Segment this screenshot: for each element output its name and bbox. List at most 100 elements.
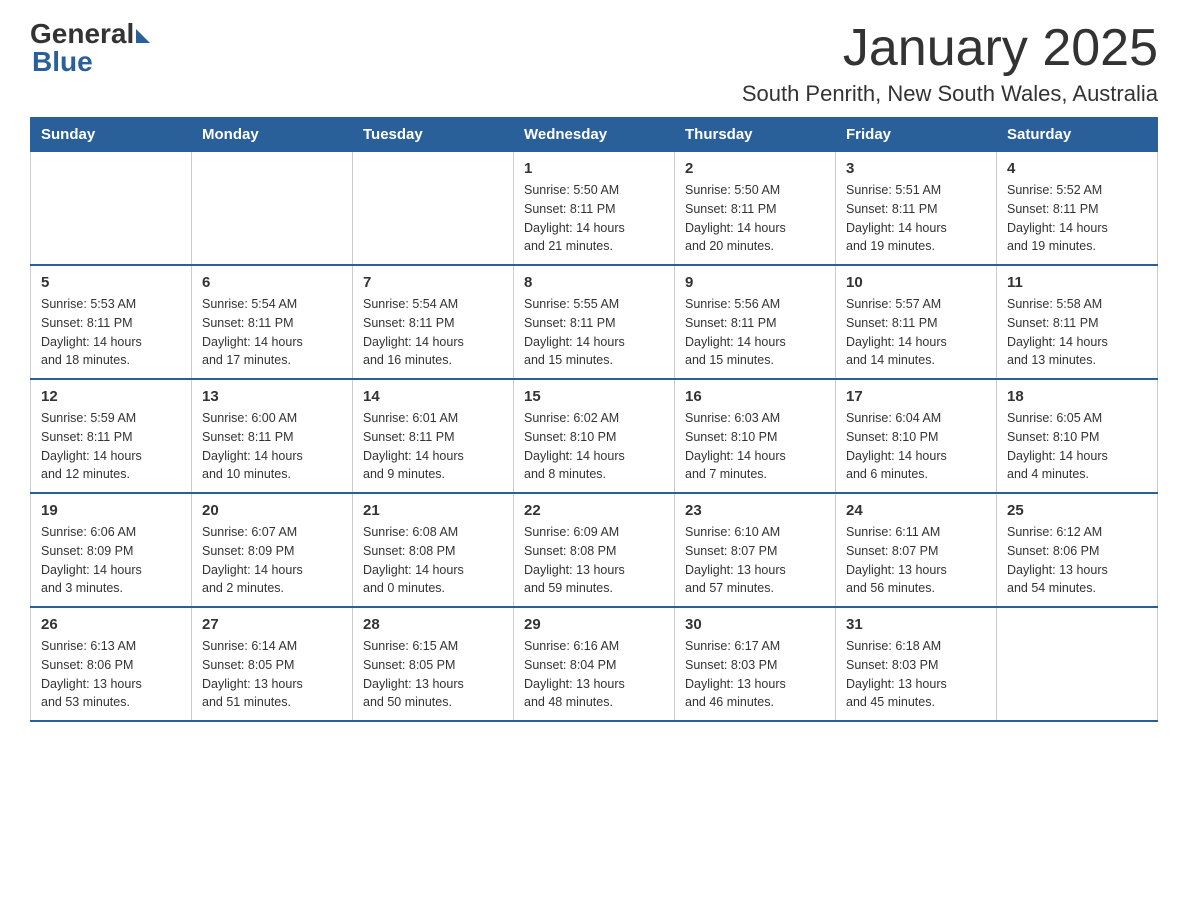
calendar-week-4: 19 Sunrise: 6:06 AMSunset: 8:09 PMDayligh… [31,493,1158,607]
day-info: Sunrise: 5:50 AMSunset: 8:11 PMDaylight:… [524,181,664,256]
calendar-cell: 11 Sunrise: 5:58 AMSunset: 8:11 PMDayligh… [997,265,1158,379]
logo: General Blue [30,20,150,78]
day-number: 16 [685,388,825,405]
calendar-cell: 22 Sunrise: 6:09 AMSunset: 8:08 PMDayligh… [514,493,675,607]
day-info: Sunrise: 5:50 AMSunset: 8:11 PMDaylight:… [685,181,825,256]
calendar-cell [353,152,514,266]
calendar-cell: 10 Sunrise: 5:57 AMSunset: 8:11 PMDayligh… [836,265,997,379]
calendar-cell: 1 Sunrise: 5:50 AMSunset: 8:11 PMDaylight… [514,152,675,266]
month-title: January 2025 [742,20,1158,77]
calendar-cell: 18Sunrise: 6:05 AMSunset: 8:10 PMDayligh… [997,379,1158,493]
day-info: Sunrise: 5:58 AMSunset: 8:11 PMDaylight:… [1007,295,1147,370]
calendar-cell: 17 Sunrise: 6:04 AMSunset: 8:10 PMDayligh… [836,379,997,493]
header-sunday: Sunday [31,118,192,152]
day-info: Sunrise: 5:54 AMSunset: 8:11 PMDaylight:… [202,295,342,370]
calendar-week-5: 26 Sunrise: 6:13 AMSunset: 8:06 PMDayligh… [31,607,1158,721]
day-info: Sunrise: 5:59 AMSunset: 8:11 PMDaylight:… [41,409,181,484]
day-info: Sunrise: 6:17 AMSunset: 8:03 PMDaylight:… [685,637,825,712]
day-number: 22 [524,502,664,519]
calendar-cell: 9 Sunrise: 5:56 AMSunset: 8:11 PMDaylight… [675,265,836,379]
day-number: 27 [202,616,342,633]
calendar-cell: 25Sunrise: 6:12 AMSunset: 8:06 PMDayligh… [997,493,1158,607]
calendar-cell: 15 Sunrise: 6:02 AMSunset: 8:10 PMDayligh… [514,379,675,493]
day-info: Sunrise: 6:04 AMSunset: 8:10 PMDaylight:… [846,409,986,484]
day-number: 15 [524,388,664,405]
day-info: Sunrise: 6:14 AMSunset: 8:05 PMDaylight:… [202,637,342,712]
calendar-cell: 31Sunrise: 6:18 AMSunset: 8:03 PMDayligh… [836,607,997,721]
calendar-cell: 5Sunrise: 5:53 AMSunset: 8:11 PMDaylight… [31,265,192,379]
day-number: 23 [685,502,825,519]
day-number: 17 [846,388,986,405]
day-number: 20 [202,502,342,519]
calendar-cell: 3 Sunrise: 5:51 AMSunset: 8:11 PMDaylight… [836,152,997,266]
day-number: 26 [41,616,181,633]
day-number: 14 [363,388,503,405]
calendar-cell [997,607,1158,721]
day-number: 2 [685,160,825,177]
day-number: 9 [685,274,825,291]
calendar-cell: 20 Sunrise: 6:07 AMSunset: 8:09 PMDayligh… [192,493,353,607]
day-info: Sunrise: 6:10 AMSunset: 8:07 PMDaylight:… [685,523,825,598]
calendar-week-2: 5Sunrise: 5:53 AMSunset: 8:11 PMDaylight… [31,265,1158,379]
header-tuesday: Tuesday [353,118,514,152]
day-info: Sunrise: 6:00 AMSunset: 8:11 PMDaylight:… [202,409,342,484]
calendar-cell: 27 Sunrise: 6:14 AMSunset: 8:05 PMDayligh… [192,607,353,721]
day-number: 30 [685,616,825,633]
day-info: Sunrise: 5:52 AMSunset: 8:11 PMDaylight:… [1007,181,1147,256]
day-info: Sunrise: 6:06 AMSunset: 8:09 PMDaylight:… [41,523,181,598]
header-friday: Friday [836,118,997,152]
calendar-cell [192,152,353,266]
calendar-header-row: SundayMondayTuesdayWednesdayThursdayFrid… [31,118,1158,152]
calendar-cell: 24 Sunrise: 6:11 AMSunset: 8:07 PMDayligh… [836,493,997,607]
calendar-cell: 4Sunrise: 5:52 AMSunset: 8:11 PMDaylight… [997,152,1158,266]
day-number: 21 [363,502,503,519]
day-number: 7 [363,274,503,291]
logo-general-text: General [30,20,134,48]
day-number: 3 [846,160,986,177]
calendar-cell: 8Sunrise: 5:55 AMSunset: 8:11 PMDaylight… [514,265,675,379]
day-number: 24 [846,502,986,519]
calendar-cell [31,152,192,266]
calendar-cell: 16Sunrise: 6:03 AMSunset: 8:10 PMDayligh… [675,379,836,493]
day-info: Sunrise: 6:15 AMSunset: 8:05 PMDaylight:… [363,637,503,712]
logo-blue-text: Blue [30,46,93,78]
title-block: January 2025 South Penrith, New South Wa… [742,20,1158,107]
day-number: 19 [41,502,181,519]
day-number: 29 [524,616,664,633]
day-info: Sunrise: 6:12 AMSunset: 8:06 PMDaylight:… [1007,523,1147,598]
day-info: Sunrise: 5:51 AMSunset: 8:11 PMDaylight:… [846,181,986,256]
calendar-table: SundayMondayTuesdayWednesdayThursdayFrid… [30,117,1158,722]
day-number: 1 [524,160,664,177]
header-wednesday: Wednesday [514,118,675,152]
calendar-cell: 12 Sunrise: 5:59 AMSunset: 8:11 PMDayligh… [31,379,192,493]
calendar-week-1: 1 Sunrise: 5:50 AMSunset: 8:11 PMDaylight… [31,152,1158,266]
day-info: Sunrise: 6:18 AMSunset: 8:03 PMDaylight:… [846,637,986,712]
calendar-cell: 2 Sunrise: 5:50 AMSunset: 8:11 PMDaylight… [675,152,836,266]
day-info: Sunrise: 6:13 AMSunset: 8:06 PMDaylight:… [41,637,181,712]
day-info: Sunrise: 6:07 AMSunset: 8:09 PMDaylight:… [202,523,342,598]
day-number: 28 [363,616,503,633]
location-subtitle: South Penrith, New South Wales, Australi… [742,81,1158,107]
calendar-cell: 21 Sunrise: 6:08 AMSunset: 8:08 PMDayligh… [353,493,514,607]
day-info: Sunrise: 5:56 AMSunset: 8:11 PMDaylight:… [685,295,825,370]
day-info: Sunrise: 6:02 AMSunset: 8:10 PMDaylight:… [524,409,664,484]
calendar-cell: 23 Sunrise: 6:10 AMSunset: 8:07 PMDayligh… [675,493,836,607]
day-info: Sunrise: 5:55 AMSunset: 8:11 PMDaylight:… [524,295,664,370]
day-number: 12 [41,388,181,405]
calendar-cell: 26 Sunrise: 6:13 AMSunset: 8:06 PMDayligh… [31,607,192,721]
day-info: Sunrise: 6:08 AMSunset: 8:08 PMDaylight:… [363,523,503,598]
day-info: Sunrise: 5:53 AMSunset: 8:11 PMDaylight:… [41,295,181,370]
header-thursday: Thursday [675,118,836,152]
day-info: Sunrise: 6:11 AMSunset: 8:07 PMDaylight:… [846,523,986,598]
day-info: Sunrise: 6:09 AMSunset: 8:08 PMDaylight:… [524,523,664,598]
day-info: Sunrise: 5:57 AMSunset: 8:11 PMDaylight:… [846,295,986,370]
calendar-cell: 28 Sunrise: 6:15 AMSunset: 8:05 PMDayligh… [353,607,514,721]
day-info: Sunrise: 6:05 AMSunset: 8:10 PMDaylight:… [1007,409,1147,484]
day-info: Sunrise: 5:54 AMSunset: 8:11 PMDaylight:… [363,295,503,370]
day-number: 10 [846,274,986,291]
header-saturday: Saturday [997,118,1158,152]
day-number: 6 [202,274,342,291]
day-number: 11 [1007,274,1147,291]
calendar-cell: 19 Sunrise: 6:06 AMSunset: 8:09 PMDayligh… [31,493,192,607]
calendar-cell: 29Sunrise: 6:16 AMSunset: 8:04 PMDayligh… [514,607,675,721]
